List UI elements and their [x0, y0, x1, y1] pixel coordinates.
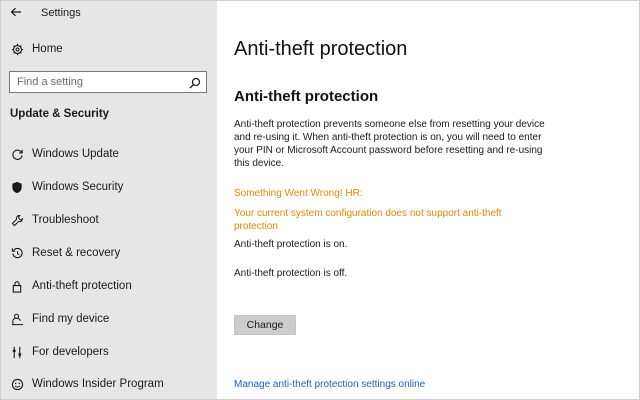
refresh-icon	[10, 147, 24, 161]
error-message: Your current system configuration does n…	[234, 208, 502, 232]
sidebar-item-troubleshoot[interactable]: Troubleshoot	[1, 206, 217, 234]
sidebar-item-home[interactable]: Home	[1, 35, 217, 63]
sidebar-item-for-developers[interactable]: For developers	[1, 338, 217, 366]
smiley-icon	[10, 377, 24, 391]
search-box	[9, 71, 207, 93]
search-input[interactable]	[10, 72, 186, 92]
status-on-text: Anti-theft protection is on.	[234, 239, 348, 250]
sidebar-item-label: Windows Update	[32, 148, 119, 160]
app-title: Settings	[41, 7, 81, 19]
sidebar-item-reset-recovery[interactable]: Reset & recovery	[1, 239, 217, 267]
back-button[interactable]	[7, 4, 25, 20]
sidebar-item-label: Home	[32, 43, 63, 55]
section-title: Anti-theft protection	[234, 88, 379, 105]
section-heading: Update & Security	[10, 108, 110, 120]
home-gear-icon	[10, 42, 24, 56]
sidebar-item-windows-update[interactable]: Windows Update	[1, 140, 217, 168]
page-title: Anti-theft protection	[234, 38, 408, 60]
sidebar-item-windows-security[interactable]: Windows Security	[1, 173, 217, 201]
sidebar-item-anti-theft-protection[interactable]: Anti-theft protection	[1, 272, 217, 300]
shield-icon	[10, 180, 24, 194]
main-content: Anti-theft protection Anti-theft protect…	[217, 1, 639, 399]
status-off-text: Anti-theft protection is off.	[234, 268, 348, 279]
sidebar-item-label: Troubleshoot	[32, 214, 99, 226]
lock-icon	[10, 279, 24, 293]
recovery-icon	[10, 246, 24, 260]
sidebar-item-label: Windows Insider Program	[32, 378, 164, 390]
sidebar-item-label: Windows Security	[32, 181, 124, 193]
sidebar-item-label: Reset & recovery	[32, 247, 121, 259]
person-pin-icon	[10, 312, 24, 326]
sidebar: Settings Home Update & Security	[1, 1, 217, 399]
search-icon[interactable]	[189, 76, 201, 89]
wrench-icon	[10, 213, 24, 227]
change-button[interactable]: Change	[234, 315, 296, 335]
manage-settings-link[interactable]: Manage anti-theft protection settings on…	[234, 379, 425, 390]
developer-sliders-icon	[10, 345, 24, 359]
sidebar-item-label: Find my device	[32, 313, 110, 325]
sidebar-item-find-my-device[interactable]: Find my device	[1, 305, 217, 333]
sidebar-item-label: For developers	[32, 346, 109, 358]
description-text: Anti-theft protection prevents someone e…	[234, 119, 545, 169]
error-title: Something Went Wrong! HR:	[234, 188, 363, 199]
sidebar-item-windows-insider-program[interactable]: Windows Insider Program	[1, 370, 217, 398]
sidebar-item-label: Anti-theft protection	[32, 280, 132, 292]
settings-window: Settings Home Update & Security	[0, 0, 640, 400]
title-bar: Settings	[1, 1, 217, 25]
arrow-left-icon	[10, 7, 21, 17]
